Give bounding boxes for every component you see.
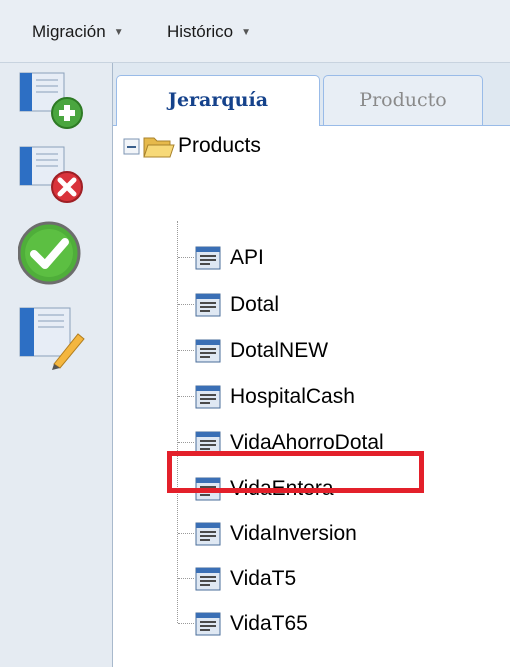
menu-bar: Migración ▼ Histórico ▼ bbox=[0, 0, 510, 63]
tree-line bbox=[177, 221, 178, 623]
tree-panel: Jerarquía Producto Products API Dotal Do… bbox=[113, 63, 510, 667]
checkmark-icon bbox=[17, 221, 81, 285]
add-document-icon bbox=[19, 72, 83, 129]
tree-line bbox=[178, 304, 194, 305]
product-tree: Products API Dotal DotalNEW HospitalCash… bbox=[113, 126, 510, 667]
dropdown-arrow-icon: ▼ bbox=[113, 27, 124, 38]
menu-historico-label: Histórico bbox=[167, 22, 234, 41]
tree-node-api[interactable]: API bbox=[195, 242, 445, 274]
edit-document-icon bbox=[19, 307, 85, 370]
tab-jerarquia[interactable]: Jerarquía bbox=[116, 75, 320, 126]
tree-line bbox=[178, 623, 194, 624]
tree-node-dotalnew[interactable]: DotalNEW bbox=[195, 335, 445, 367]
tree-node-label: DotalNEW bbox=[230, 339, 329, 362]
approve-button[interactable] bbox=[17, 220, 88, 285]
tree-line bbox=[178, 533, 194, 534]
tree-line bbox=[178, 350, 194, 351]
delete-document-icon bbox=[19, 146, 83, 203]
menu-migracion-label: Migración bbox=[32, 22, 106, 41]
menu-migracion[interactable]: Migración ▼ bbox=[32, 19, 124, 45]
tree-line bbox=[178, 257, 194, 258]
tree-node-products[interactable]: Products bbox=[123, 130, 323, 162]
tree-line bbox=[178, 578, 194, 579]
tab-strip: Jerarquía Producto bbox=[113, 63, 510, 126]
product-leaf-icon bbox=[195, 293, 221, 317]
tree-node-vidainversion[interactable]: VidaInversion bbox=[195, 518, 425, 550]
product-leaf-icon bbox=[195, 567, 221, 591]
folder-open-icon bbox=[143, 137, 175, 158]
tree-node-label: Products bbox=[178, 134, 261, 157]
product-leaf-icon bbox=[195, 612, 221, 636]
tree-line bbox=[178, 396, 194, 397]
tree-node-label: VidaInversion bbox=[230, 522, 357, 545]
tree-node-label: VidaT5 bbox=[230, 567, 297, 590]
product-leaf-icon bbox=[195, 522, 221, 546]
tree-node-label: HospitalCash bbox=[230, 385, 355, 408]
tree-node-hospitalcash[interactable]: HospitalCash bbox=[195, 381, 445, 413]
product-leaf-icon bbox=[195, 246, 221, 270]
product-leaf-icon bbox=[195, 339, 221, 363]
product-leaf-icon bbox=[195, 385, 221, 409]
tree-node-label: VidaT65 bbox=[230, 612, 308, 635]
edit-button[interactable] bbox=[18, 306, 88, 370]
tree-line bbox=[178, 442, 194, 443]
highlight-box bbox=[167, 451, 424, 493]
tree-node-dotal[interactable]: Dotal bbox=[195, 289, 445, 321]
dropdown-arrow-icon: ▼ bbox=[241, 27, 252, 38]
tree-node-label: Dotal bbox=[230, 293, 280, 316]
tree-node-vidat65[interactable]: VidaT65 bbox=[195, 608, 445, 640]
delete-button[interactable] bbox=[18, 143, 88, 207]
add-button[interactable] bbox=[18, 69, 88, 133]
tab-producto[interactable]: Producto bbox=[323, 75, 483, 125]
action-toolbar bbox=[0, 63, 113, 667]
tree-node-vidat5[interactable]: VidaT5 bbox=[195, 563, 445, 595]
collapse-icon[interactable] bbox=[123, 138, 141, 156]
menu-historico[interactable]: Histórico ▼ bbox=[167, 19, 251, 45]
tree-node-label: API bbox=[230, 246, 264, 269]
